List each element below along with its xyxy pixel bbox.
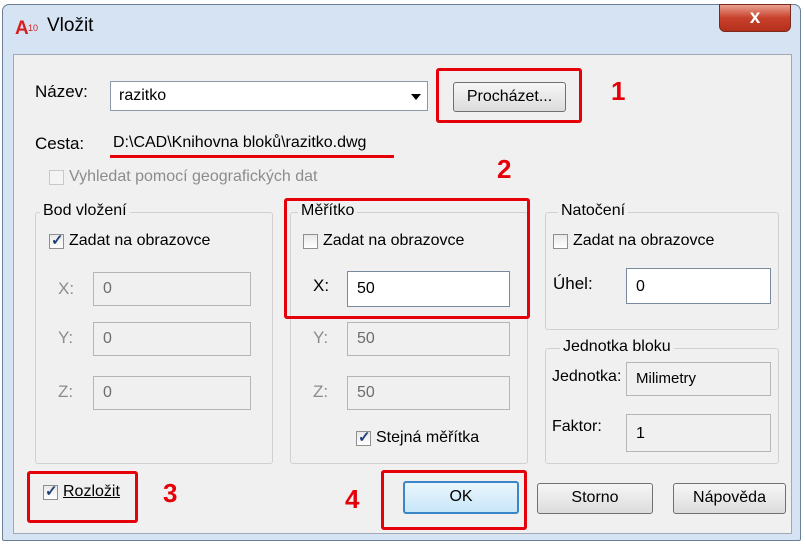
- svg-text:10: 10: [28, 23, 38, 33]
- title-bar[interactable]: A 10 Vložit x: [3, 4, 800, 51]
- angle-field[interactable]: 0: [626, 268, 771, 304]
- scale-z-field[interactable]: 50: [347, 376, 510, 410]
- factor-value: 1: [636, 425, 645, 442]
- angle-label: Úhel:: [553, 274, 593, 293]
- uniform-scale-label: Stejná měřítka: [376, 429, 480, 446]
- close-icon: x: [749, 7, 761, 28]
- factor-label: Faktor:: [552, 418, 602, 435]
- annotation-number-2: 2: [497, 154, 512, 184]
- angle-value: 0: [636, 278, 645, 295]
- geo-checkbox[interactable]: [49, 170, 64, 185]
- unit-value: Milimetry: [636, 370, 696, 387]
- unit-field: Milimetry: [626, 362, 771, 396]
- annotation-box-2: [284, 198, 530, 319]
- block-unit-title: Jednotka bloku: [560, 338, 674, 356]
- uniform-scale-checkbox[interactable]: [356, 428, 371, 446]
- chevron-down-icon[interactable]: [411, 94, 421, 100]
- unit-label: Jednotka:: [552, 368, 622, 385]
- insertion-z-field[interactable]: 0: [93, 376, 251, 410]
- path-underline: [110, 155, 394, 158]
- scale-z-value: 50: [357, 384, 375, 401]
- factor-field: 1: [626, 414, 771, 452]
- svg-text:A: A: [15, 18, 29, 37]
- scale-y-value: 50: [357, 330, 375, 347]
- rotation-onscreen-checkbox[interactable]: [553, 234, 568, 249]
- insertion-onscreen-label: Zadat na obrazovce: [69, 232, 211, 249]
- path-label: Cesta:: [35, 134, 85, 153]
- app-icon: A 10: [15, 18, 38, 37]
- rotation-title: Natočení: [558, 202, 629, 220]
- insertion-x-value: 0: [103, 280, 112, 297]
- insertion-z-label: Z:: [58, 382, 74, 401]
- annotation-box-4: [381, 470, 527, 530]
- annotation-box-1: [436, 68, 582, 123]
- cancel-button[interactable]: Storno: [537, 483, 653, 514]
- insertion-y-value: 0: [103, 330, 112, 347]
- help-button[interactable]: Nápověda: [673, 483, 786, 514]
- insertion-z-value: 0: [103, 384, 112, 401]
- insertion-x-label: X:: [58, 279, 75, 298]
- scale-y-field[interactable]: 50: [347, 322, 510, 356]
- close-button[interactable]: x: [719, 4, 791, 32]
- insertion-onscreen-checkbox[interactable]: [49, 231, 64, 249]
- window-title: Vložit: [47, 15, 94, 36]
- help-button-label: Nápověda: [693, 489, 766, 506]
- path-value: D:\CAD\Knihovna bloků\razitko.dwg: [113, 134, 367, 151]
- name-combobox[interactable]: razitko: [110, 81, 428, 111]
- name-label: Název:: [35, 82, 88, 101]
- insertion-x-field[interactable]: 0: [93, 272, 251, 306]
- scale-z-label: Z:: [313, 382, 329, 401]
- name-value: razitko: [119, 87, 167, 104]
- annotation-number-1: 1: [611, 76, 626, 106]
- rotation-onscreen-label: Zadat na obrazovce: [573, 232, 715, 249]
- insertion-point-title: Bod vložení: [40, 202, 130, 220]
- annotation-number-3: 3: [163, 478, 178, 508]
- annotation-box-3: [27, 471, 138, 523]
- scale-y-label: Y:: [313, 328, 329, 347]
- cancel-button-label: Storno: [571, 489, 619, 506]
- insertion-y-field[interactable]: 0: [93, 322, 251, 356]
- annotation-number-4: 4: [345, 484, 360, 514]
- insertion-y-label: Y:: [58, 328, 74, 347]
- geo-checkbox-label: Vyhledat pomocí geografických dat: [69, 168, 318, 185]
